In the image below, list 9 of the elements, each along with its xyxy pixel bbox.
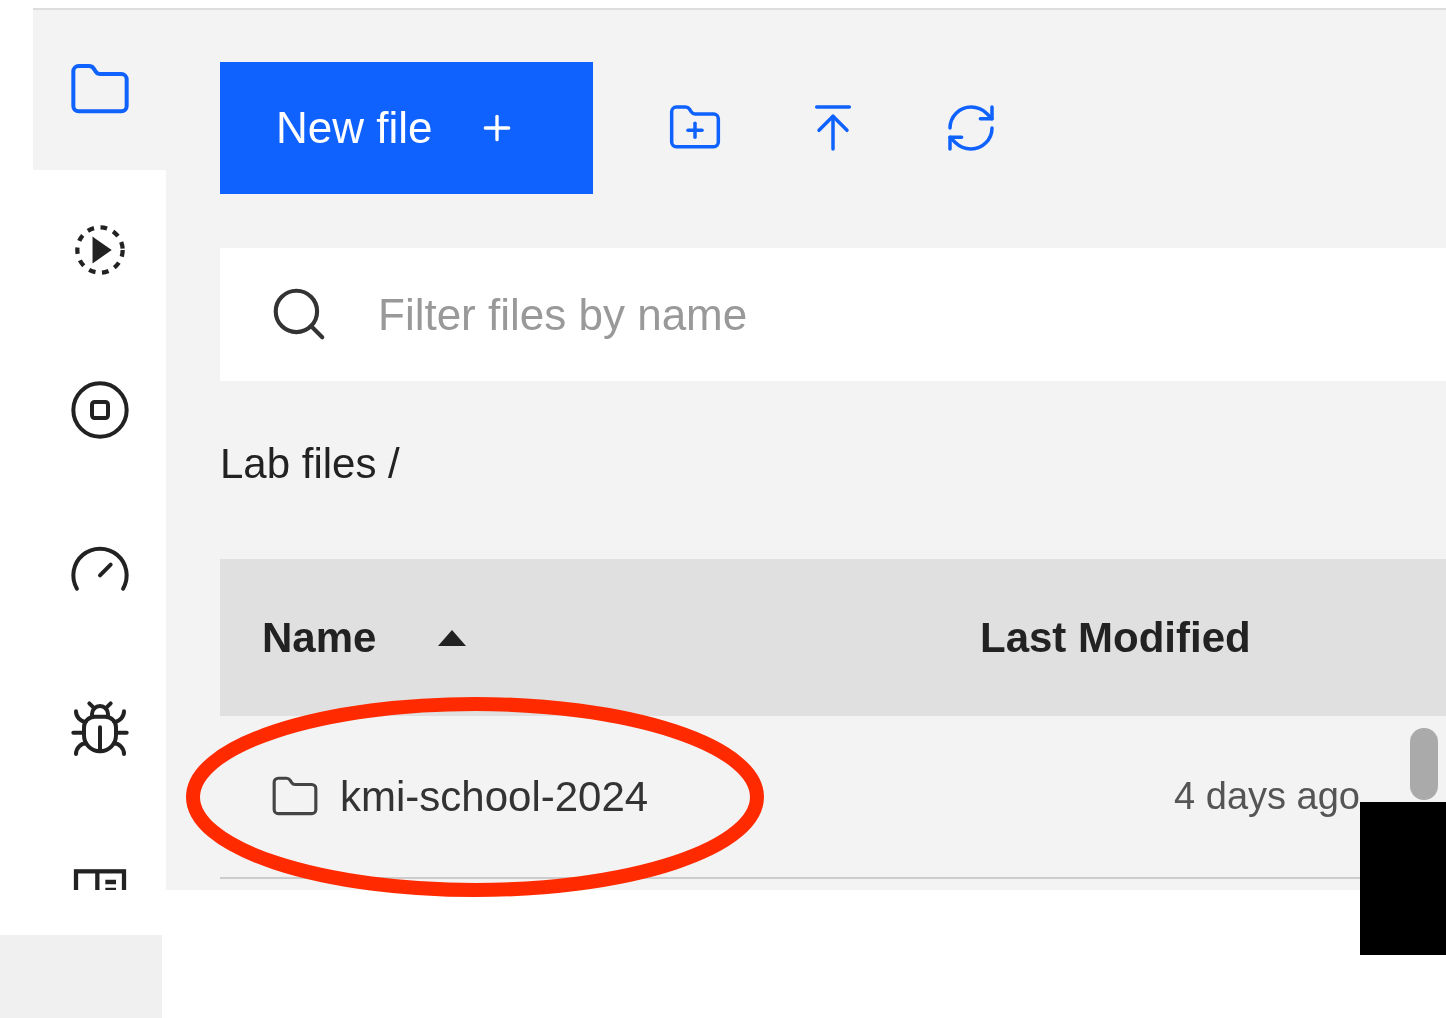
column-header[interactable]: Name [220, 606, 980, 669]
file-row[interactable]: kmi-school-2024 4 days ago [220, 716, 1360, 877]
search-field[interactable]: Filter files by name [220, 248, 1446, 381]
scrollbar-thumb[interactable] [1410, 728, 1438, 800]
file-name: kmi-school-2024 [340, 772, 649, 822]
breadcrumb[interactable]: Lab files / [220, 443, 1446, 487]
modified-time: 4 days ago [1174, 774, 1360, 819]
column-header[interactable]: Last Modified [980, 606, 1251, 669]
new-file-button[interactable]: New file [220, 62, 593, 194]
